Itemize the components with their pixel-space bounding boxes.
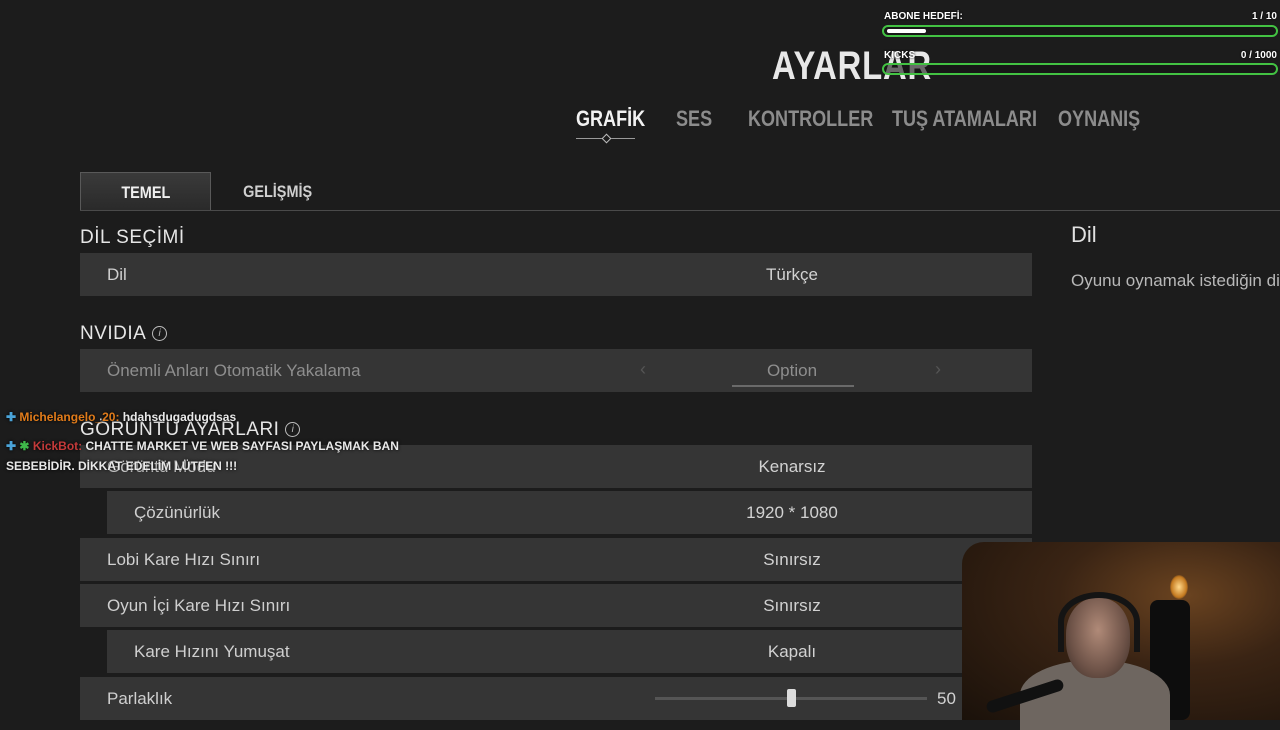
goal-bar-kicks xyxy=(882,63,1278,75)
setting-value: Option xyxy=(766,361,818,380)
section-title-nvidia: NVIDIA i xyxy=(80,323,168,345)
goal-progress-subs: 1 / 10 xyxy=(1251,11,1277,22)
chat-username: Michelangelo_20: xyxy=(19,410,120,424)
goal-label-kicks: KICKS xyxy=(884,50,916,61)
setting-row-smooth-fps[interactable]: Kare Hızını Yumuşat Kapalı xyxy=(107,630,1032,673)
bot-icon: ✱ xyxy=(19,439,30,453)
info-icon[interactable]: i xyxy=(152,326,168,342)
tab-kontroller[interactable]: KONTROLLER xyxy=(748,106,873,132)
brightness-slider-thumb[interactable] xyxy=(787,689,796,707)
section-title-language: DİL SEÇİMİ xyxy=(80,227,185,249)
setting-row-nvidia-highlights[interactable]: Önemli Anları Otomatik Yakalama ‹ Option… xyxy=(80,349,1032,392)
setting-label: Parlaklık xyxy=(107,689,173,708)
setting-value: Sınırsız xyxy=(763,596,821,615)
chat-message: ✚ Michelangelo_20: hdahsdugadugdsas xyxy=(6,410,236,424)
chat-text: hdahsdugadugdsas xyxy=(122,410,237,424)
chevron-left-icon[interactable]: ‹ xyxy=(640,359,646,380)
goal-fill-subs xyxy=(887,29,926,33)
section-title-text: DİL SEÇİMİ xyxy=(80,227,185,248)
goal-label-subs: ABONE HEDEFİ: xyxy=(884,11,963,22)
setting-value: Kenarsız xyxy=(758,457,826,476)
tab-oynanis[interactable]: OYNANIŞ xyxy=(1058,106,1140,132)
setting-label: Dil xyxy=(107,265,127,284)
option-underline xyxy=(732,385,854,387)
sword-icon: ✚ xyxy=(6,410,17,424)
chat-username: KickBot: xyxy=(32,439,83,453)
subtab-gelismis[interactable]: GELİŞMİŞ xyxy=(215,172,340,210)
tab-grafik[interactable]: GRAFİK xyxy=(576,106,645,132)
info-panel-description: Oyunu oynamak istediğin dili xyxy=(1071,271,1280,290)
setting-label: Kare Hızını Yumuşat xyxy=(134,642,290,661)
setting-label: Lobi Kare Hızı Sınırı xyxy=(107,550,261,569)
chat-message: ✚ ✱ KickBot: CHATTE MARKET VE WEB SAYFAS… xyxy=(6,436,416,476)
setting-row-language[interactable]: Dil Türkçe xyxy=(80,253,1032,296)
active-tab-diamond-icon xyxy=(601,133,612,144)
webcam-lamp xyxy=(1170,575,1188,599)
subtab-temel[interactable]: TEMEL xyxy=(80,172,211,210)
setting-label: Çözünürlük xyxy=(134,503,220,522)
setting-value: 1920 * 1080 xyxy=(746,503,838,522)
tab-ses[interactable]: SES xyxy=(676,106,712,132)
goal-bar-subs xyxy=(882,25,1278,37)
brightness-value: 50 xyxy=(937,689,956,708)
headphones-icon xyxy=(1058,592,1140,652)
section-title-text: NVIDIA xyxy=(80,323,147,344)
setting-row-lobby-fps[interactable]: Lobi Kare Hızı Sınırı Sınırsız xyxy=(80,538,1032,581)
setting-row-resolution[interactable]: Çözünürlük 1920 * 1080 xyxy=(107,491,1032,534)
goal-progress-kicks: 0 / 1000 xyxy=(1240,50,1277,61)
info-panel-title: Dil xyxy=(1071,222,1097,247)
setting-value: Türkçe xyxy=(766,265,818,284)
sword-icon: ✚ xyxy=(6,439,17,453)
setting-label: Oyun İçi Kare Hızı Sınırı xyxy=(107,596,291,615)
setting-value: Kapalı xyxy=(767,642,817,661)
tab-tus-atamalari[interactable]: TUŞ ATAMALARI xyxy=(892,106,1037,132)
chevron-right-icon[interactable]: › xyxy=(935,359,941,380)
setting-row-brightness[interactable]: Parlaklık 50 xyxy=(80,677,1032,720)
setting-row-ingame-fps[interactable]: Oyun İçi Kare Hızı Sınırı Sınırsız xyxy=(80,584,1032,627)
setting-value: Sınırsız xyxy=(763,550,821,569)
setting-label: Önemli Anları Otomatik Yakalama xyxy=(107,361,361,380)
